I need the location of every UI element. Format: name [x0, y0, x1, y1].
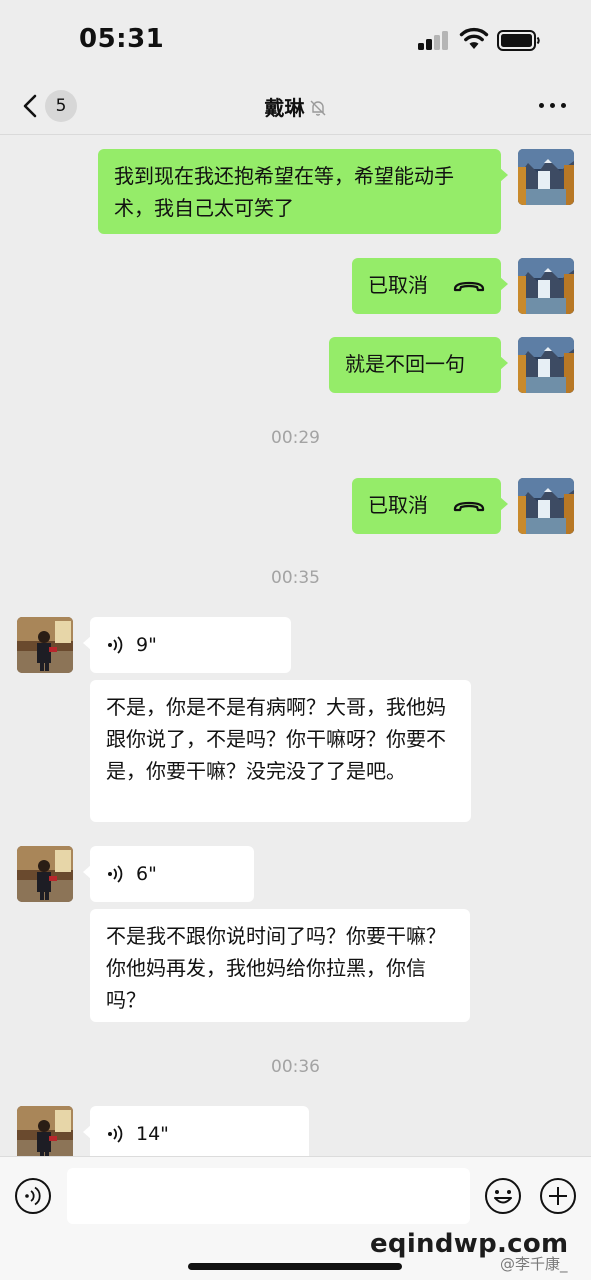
emoji-icon[interactable]: [484, 1177, 522, 1215]
wifi-icon: [459, 27, 489, 49]
message-timestamp: 00:36: [271, 1057, 320, 1077]
more-icon[interactable]: [537, 98, 569, 112]
incoming-voice-message[interactable]: 6": [83, 846, 254, 902]
hangup-phone-icon: [453, 501, 485, 512]
contact-name: 戴琳: [264, 96, 305, 120]
handle-watermark: @李千康_: [500, 1255, 568, 1273]
outgoing-call-message[interactable]: 已取消: [352, 258, 508, 314]
voice-duration: 14": [136, 1123, 169, 1145]
contact-avatar[interactable]: [17, 846, 73, 902]
mute-bell-icon: [310, 100, 325, 116]
my-avatar[interactable]: [518, 337, 574, 393]
chat-title: 戴琳: [0, 92, 591, 121]
my-avatar[interactable]: [518, 258, 574, 314]
contact-avatar[interactable]: [17, 617, 73, 673]
message-text: 不是，你是不是有病啊？大哥，我他妈跟你说了，不是吗？你干嘛呀？你要不是，你要干嘛…: [106, 695, 446, 783]
incoming-voice-message[interactable]: 9": [83, 617, 291, 673]
voice-wave-icon: [108, 1125, 123, 1143]
plus-icon[interactable]: [539, 1177, 577, 1215]
battery-icon: [497, 30, 540, 51]
status-time: 05:31: [79, 24, 165, 54]
my-avatar[interactable]: [518, 478, 574, 534]
message-text: 就是不回一句: [345, 352, 465, 376]
outgoing-call-message[interactable]: 已取消: [352, 478, 508, 534]
incoming-message[interactable]: 不是，你是不是有病啊？大哥，我他妈跟你说了，不是吗？你干嘛呀？你要不是，你要干嘛…: [90, 680, 471, 822]
message-timestamp: 00:29: [271, 428, 320, 448]
input-bar: eqindwp.com @李千康_: [0, 1156, 591, 1280]
avatar-image: [17, 617, 73, 673]
message-text: 不是我不跟你说时间了吗？你要干嘛？你他妈再发，我他妈给你拉黑，你信吗？: [106, 924, 446, 1012]
avatar-image: [17, 1106, 73, 1156]
signal-icon: [418, 30, 450, 50]
voice-duration: 9": [136, 634, 157, 656]
outgoing-message[interactable]: 就是不回一句: [329, 337, 508, 393]
incoming-voice-message[interactable]: 14": [83, 1106, 309, 1156]
avatar-image: [518, 337, 574, 393]
outgoing-message[interactable]: 我到现在我还抱希望在等，希望能动手术，我自己太可笑了: [98, 149, 508, 234]
home-indicator: [188, 1263, 402, 1270]
message-text: 已取消: [368, 493, 428, 517]
message-input[interactable]: [67, 1168, 470, 1224]
avatar-image: [518, 478, 574, 534]
message-text: 已取消: [368, 273, 428, 297]
chat-screen: 05:31 5 戴琳 我到现在我还抱希望在等，希望能动手术，我自己太可笑了 已取…: [0, 0, 591, 1280]
hangup-phone-icon: [453, 281, 485, 292]
contact-avatar[interactable]: [17, 1106, 73, 1156]
avatar-image: [518, 149, 574, 205]
message-text: 我到现在我还抱希望在等，希望能动手术，我自己太可笑了: [114, 164, 454, 220]
message-timestamp: 00:35: [271, 568, 320, 588]
voice-toggle-icon[interactable]: [14, 1177, 52, 1215]
message-list[interactable]: 我到现在我还抱希望在等，希望能动手术，我自己太可笑了 已取消 就是不回一句 00…: [0, 136, 591, 1156]
avatar-image: [17, 846, 73, 902]
avatar-image: [518, 258, 574, 314]
my-avatar[interactable]: [518, 149, 574, 205]
nav-bar: 5 戴琳: [0, 80, 591, 135]
voice-duration: 6": [136, 863, 157, 885]
voice-wave-icon: [108, 865, 123, 883]
voice-wave-icon: [108, 636, 123, 654]
incoming-message[interactable]: 不是我不跟你说时间了吗？你要干嘛？你他妈再发，我他妈给你拉黑，你信吗？: [90, 909, 470, 1022]
status-bar: 05:31: [0, 0, 591, 80]
